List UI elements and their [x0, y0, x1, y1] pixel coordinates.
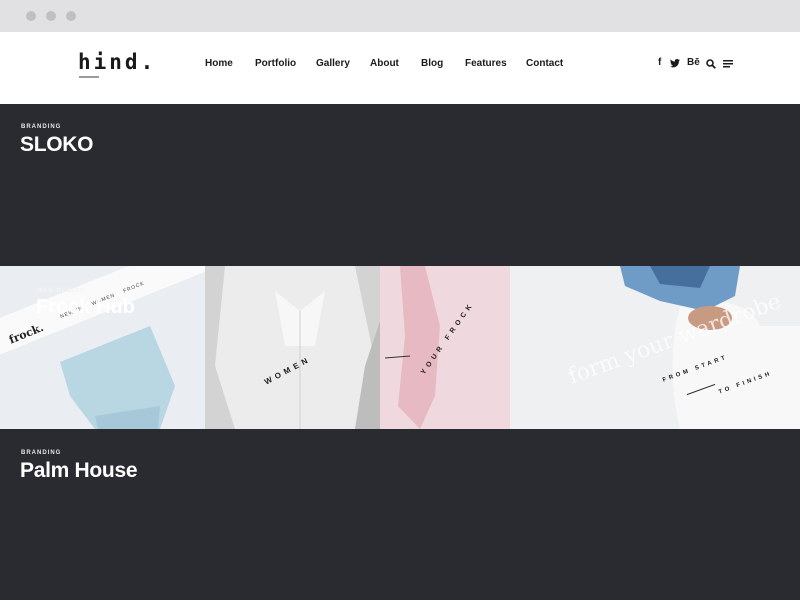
project-category: BRANDING	[21, 450, 62, 456]
project-category: WEB DESIGN	[37, 288, 86, 294]
project-palm-house[interactable]: BRANDING Palm House	[0, 429, 800, 600]
project-frock-hub[interactable]: frock. NEW-IN WOMEN FROCK W WOMEN YOUR F…	[0, 266, 800, 429]
browser-chrome	[0, 0, 800, 32]
menu-icon[interactable]	[723, 60, 733, 68]
window-close-dot[interactable]	[26, 11, 36, 21]
project-category: BRANDING	[21, 124, 62, 130]
site-header: hind. Home Portfolio Gallery About Blog …	[0, 32, 800, 104]
window-maximize-dot[interactable]	[66, 11, 76, 21]
twitter-icon[interactable]	[670, 59, 680, 68]
nav-blog[interactable]: Blog	[421, 58, 443, 69]
nav-contact[interactable]: Contact	[526, 58, 563, 69]
facebook-icon[interactable]: f	[658, 57, 661, 68]
project-sloko[interactable]: BRANDING SLOKO	[0, 104, 800, 266]
nav-features[interactable]: Features	[465, 58, 507, 69]
logo-underline	[79, 76, 99, 78]
site-logo[interactable]: hind.	[78, 50, 156, 74]
project-title: Frock Hub	[36, 296, 135, 318]
window-minimize-dot[interactable]	[46, 11, 56, 21]
nav-home[interactable]: Home	[205, 58, 233, 69]
sleeve-image	[60, 326, 175, 429]
nav-gallery[interactable]: Gallery	[316, 58, 350, 69]
behance-icon[interactable]: Bē	[687, 57, 700, 68]
project-title: SLOKO	[20, 133, 94, 156]
shirt-image	[215, 266, 380, 429]
nav-portfolio[interactable]: Portfolio	[255, 58, 296, 69]
nav-about[interactable]: About	[370, 58, 399, 69]
project-title: Palm House	[20, 459, 138, 482]
search-icon[interactable]	[706, 59, 716, 69]
